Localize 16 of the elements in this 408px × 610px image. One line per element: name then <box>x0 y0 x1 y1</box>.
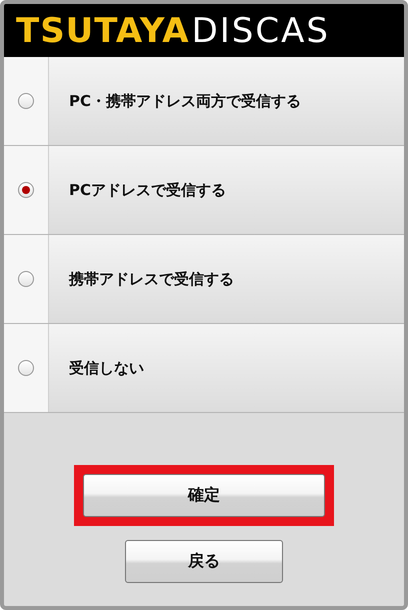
option-row[interactable]: 受信しない <box>4 324 404 413</box>
radio-button[interactable] <box>18 271 34 287</box>
option-label: PC・携帯アドレス両方で受信する <box>69 92 302 110</box>
radio-button[interactable] <box>18 182 34 198</box>
option-row[interactable]: 携帯アドレスで受信する <box>4 235 404 324</box>
back-button[interactable]: 戻る <box>125 540 283 583</box>
option-label: 受信しない <box>69 358 144 378</box>
logo-text: DISCAS <box>192 10 330 50</box>
radio-button[interactable] <box>18 93 34 109</box>
option-row[interactable]: PC・携帯アドレス両方で受信する <box>4 57 404 146</box>
logo-text: TSUTAYA <box>16 10 190 50</box>
option-label: 携帯アドレスで受信する <box>69 270 234 288</box>
confirm-button[interactable]: 確定 <box>83 474 325 517</box>
option-label: PCアドレスで受信する <box>69 180 226 200</box>
radio-button[interactable] <box>18 360 34 376</box>
option-row[interactable]: PCアドレスで受信する <box>4 146 404 235</box>
